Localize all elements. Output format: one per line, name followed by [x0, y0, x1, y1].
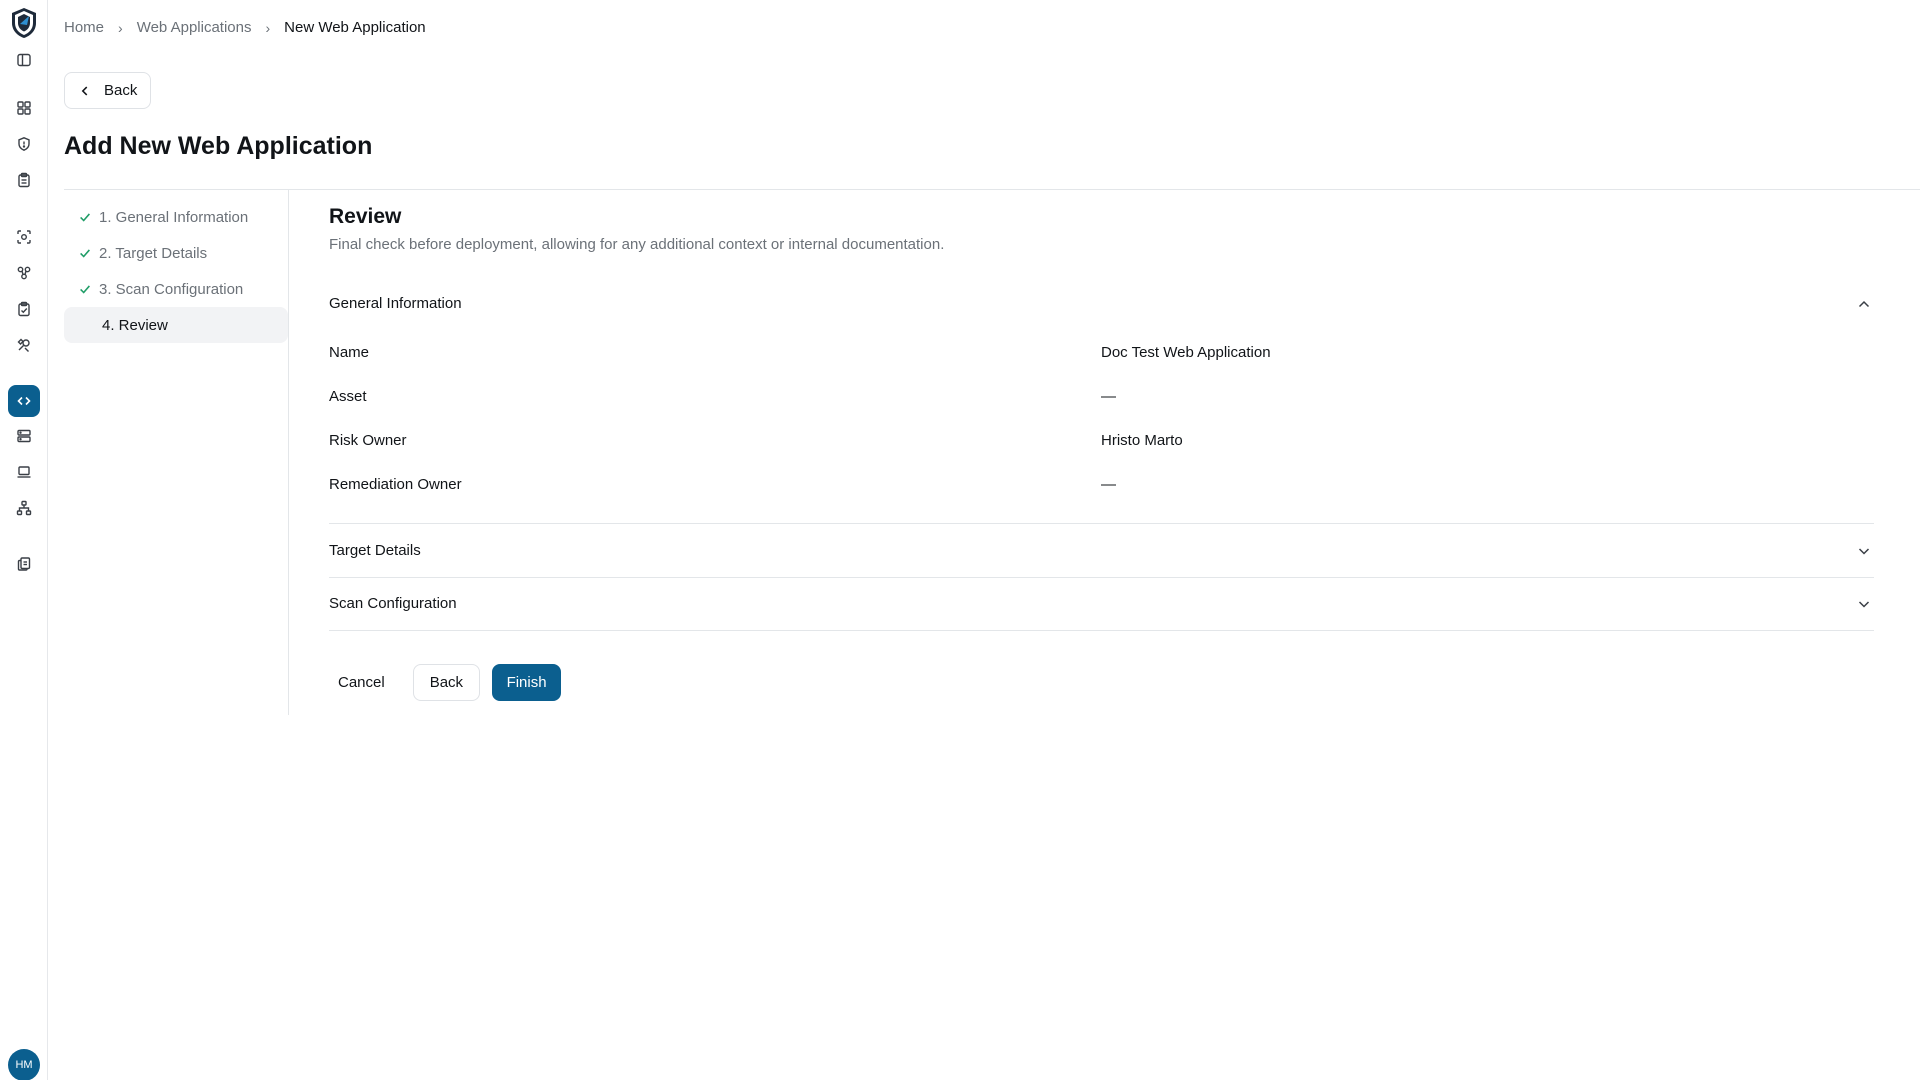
page-title: Add New Web Application	[64, 132, 373, 160]
icon-sidebar: HM	[0, 0, 48, 1080]
breadcrumb-web-applications[interactable]: Web Applications	[137, 19, 252, 36]
breadcrumb-current: New Web Application	[284, 19, 426, 36]
review-description: Final check before deployment, allowing …	[329, 236, 945, 253]
shield-icon[interactable]	[12, 132, 36, 156]
section-title: General Information	[329, 295, 462, 312]
field-value-asset: —	[1101, 388, 1116, 405]
step-scan-configuration[interactable]: 3. Scan Configuration	[64, 271, 288, 307]
app-logo[interactable]	[8, 6, 40, 40]
chevron-up-icon	[1858, 300, 1870, 307]
check-icon	[77, 281, 93, 297]
form-actions: Cancel Back Finish	[329, 664, 562, 701]
back-step-button[interactable]: Back	[412, 664, 481, 701]
field-value-risk-owner: Hristo Marto	[1101, 432, 1183, 449]
chevron-right-icon: ›	[118, 19, 123, 36]
chevron-left-icon	[81, 86, 88, 95]
field-label-remediation-owner: Remediation Owner	[329, 476, 462, 493]
server-icon[interactable]	[12, 424, 36, 448]
step-review[interactable]: 4. Review	[64, 307, 288, 343]
field-label-asset: Asset	[329, 388, 367, 405]
step-target-details[interactable]: 2. Target Details	[64, 235, 288, 271]
back-button-label: Back	[104, 82, 138, 99]
integrations-icon[interactable]	[12, 261, 36, 285]
code-icon[interactable]	[8, 385, 40, 417]
reports-icon[interactable]	[12, 552, 36, 576]
back-button[interactable]: Back	[64, 72, 152, 109]
section-general-information-header[interactable]: General Information	[329, 277, 1874, 330]
step-label: 3. Scan Configuration	[99, 280, 244, 298]
sidebar-toggle-icon[interactable]	[12, 48, 36, 72]
breadcrumb: Home › Web Applications › New Web Applic…	[64, 19, 426, 36]
section-scan-configuration-header[interactable]: Scan Configuration	[329, 577, 1874, 630]
laptop-icon[interactable]	[12, 460, 36, 484]
finish-button[interactable]: Finish	[492, 664, 562, 701]
clipboard-icon[interactable]	[12, 168, 36, 192]
chevron-down-icon	[1858, 547, 1870, 555]
field-value-name: Doc Test Web Application	[1101, 344, 1271, 361]
check-icon	[77, 209, 93, 225]
step-general-information[interactable]: 1. General Information	[64, 199, 288, 235]
breadcrumb-home[interactable]: Home	[64, 19, 104, 36]
chevron-right-icon: ›	[265, 19, 271, 36]
divider	[64, 189, 1920, 190]
step-label: 1. General Information	[99, 208, 249, 226]
step-label: 2. Target Details	[99, 244, 208, 262]
section-target-details-header[interactable]: Target Details	[329, 524, 1874, 577]
field-value-remediation-owner: —	[1101, 476, 1116, 493]
user-avatar[interactable]: HM	[8, 1049, 40, 1080]
dashboard-icon[interactable]	[12, 96, 36, 120]
network-icon[interactable]	[12, 496, 36, 520]
cancel-button[interactable]: Cancel	[329, 664, 394, 701]
check-icon	[77, 245, 93, 261]
wizard-steps: 1. General Information 2. Target Details…	[64, 190, 289, 715]
review-title: Review	[329, 205, 402, 228]
section-title: Target Details	[329, 542, 421, 559]
field-label-risk-owner: Risk Owner	[329, 432, 407, 449]
step-label: 4. Review	[102, 316, 168, 334]
chevron-down-icon	[1858, 600, 1870, 608]
field-label-name: Name	[329, 344, 370, 361]
divider	[329, 630, 1874, 631]
scan-icon[interactable]	[12, 225, 36, 249]
section-title: Scan Configuration	[329, 595, 457, 612]
clipboard-check-icon[interactable]	[12, 297, 36, 321]
tools-icon[interactable]	[12, 333, 36, 357]
